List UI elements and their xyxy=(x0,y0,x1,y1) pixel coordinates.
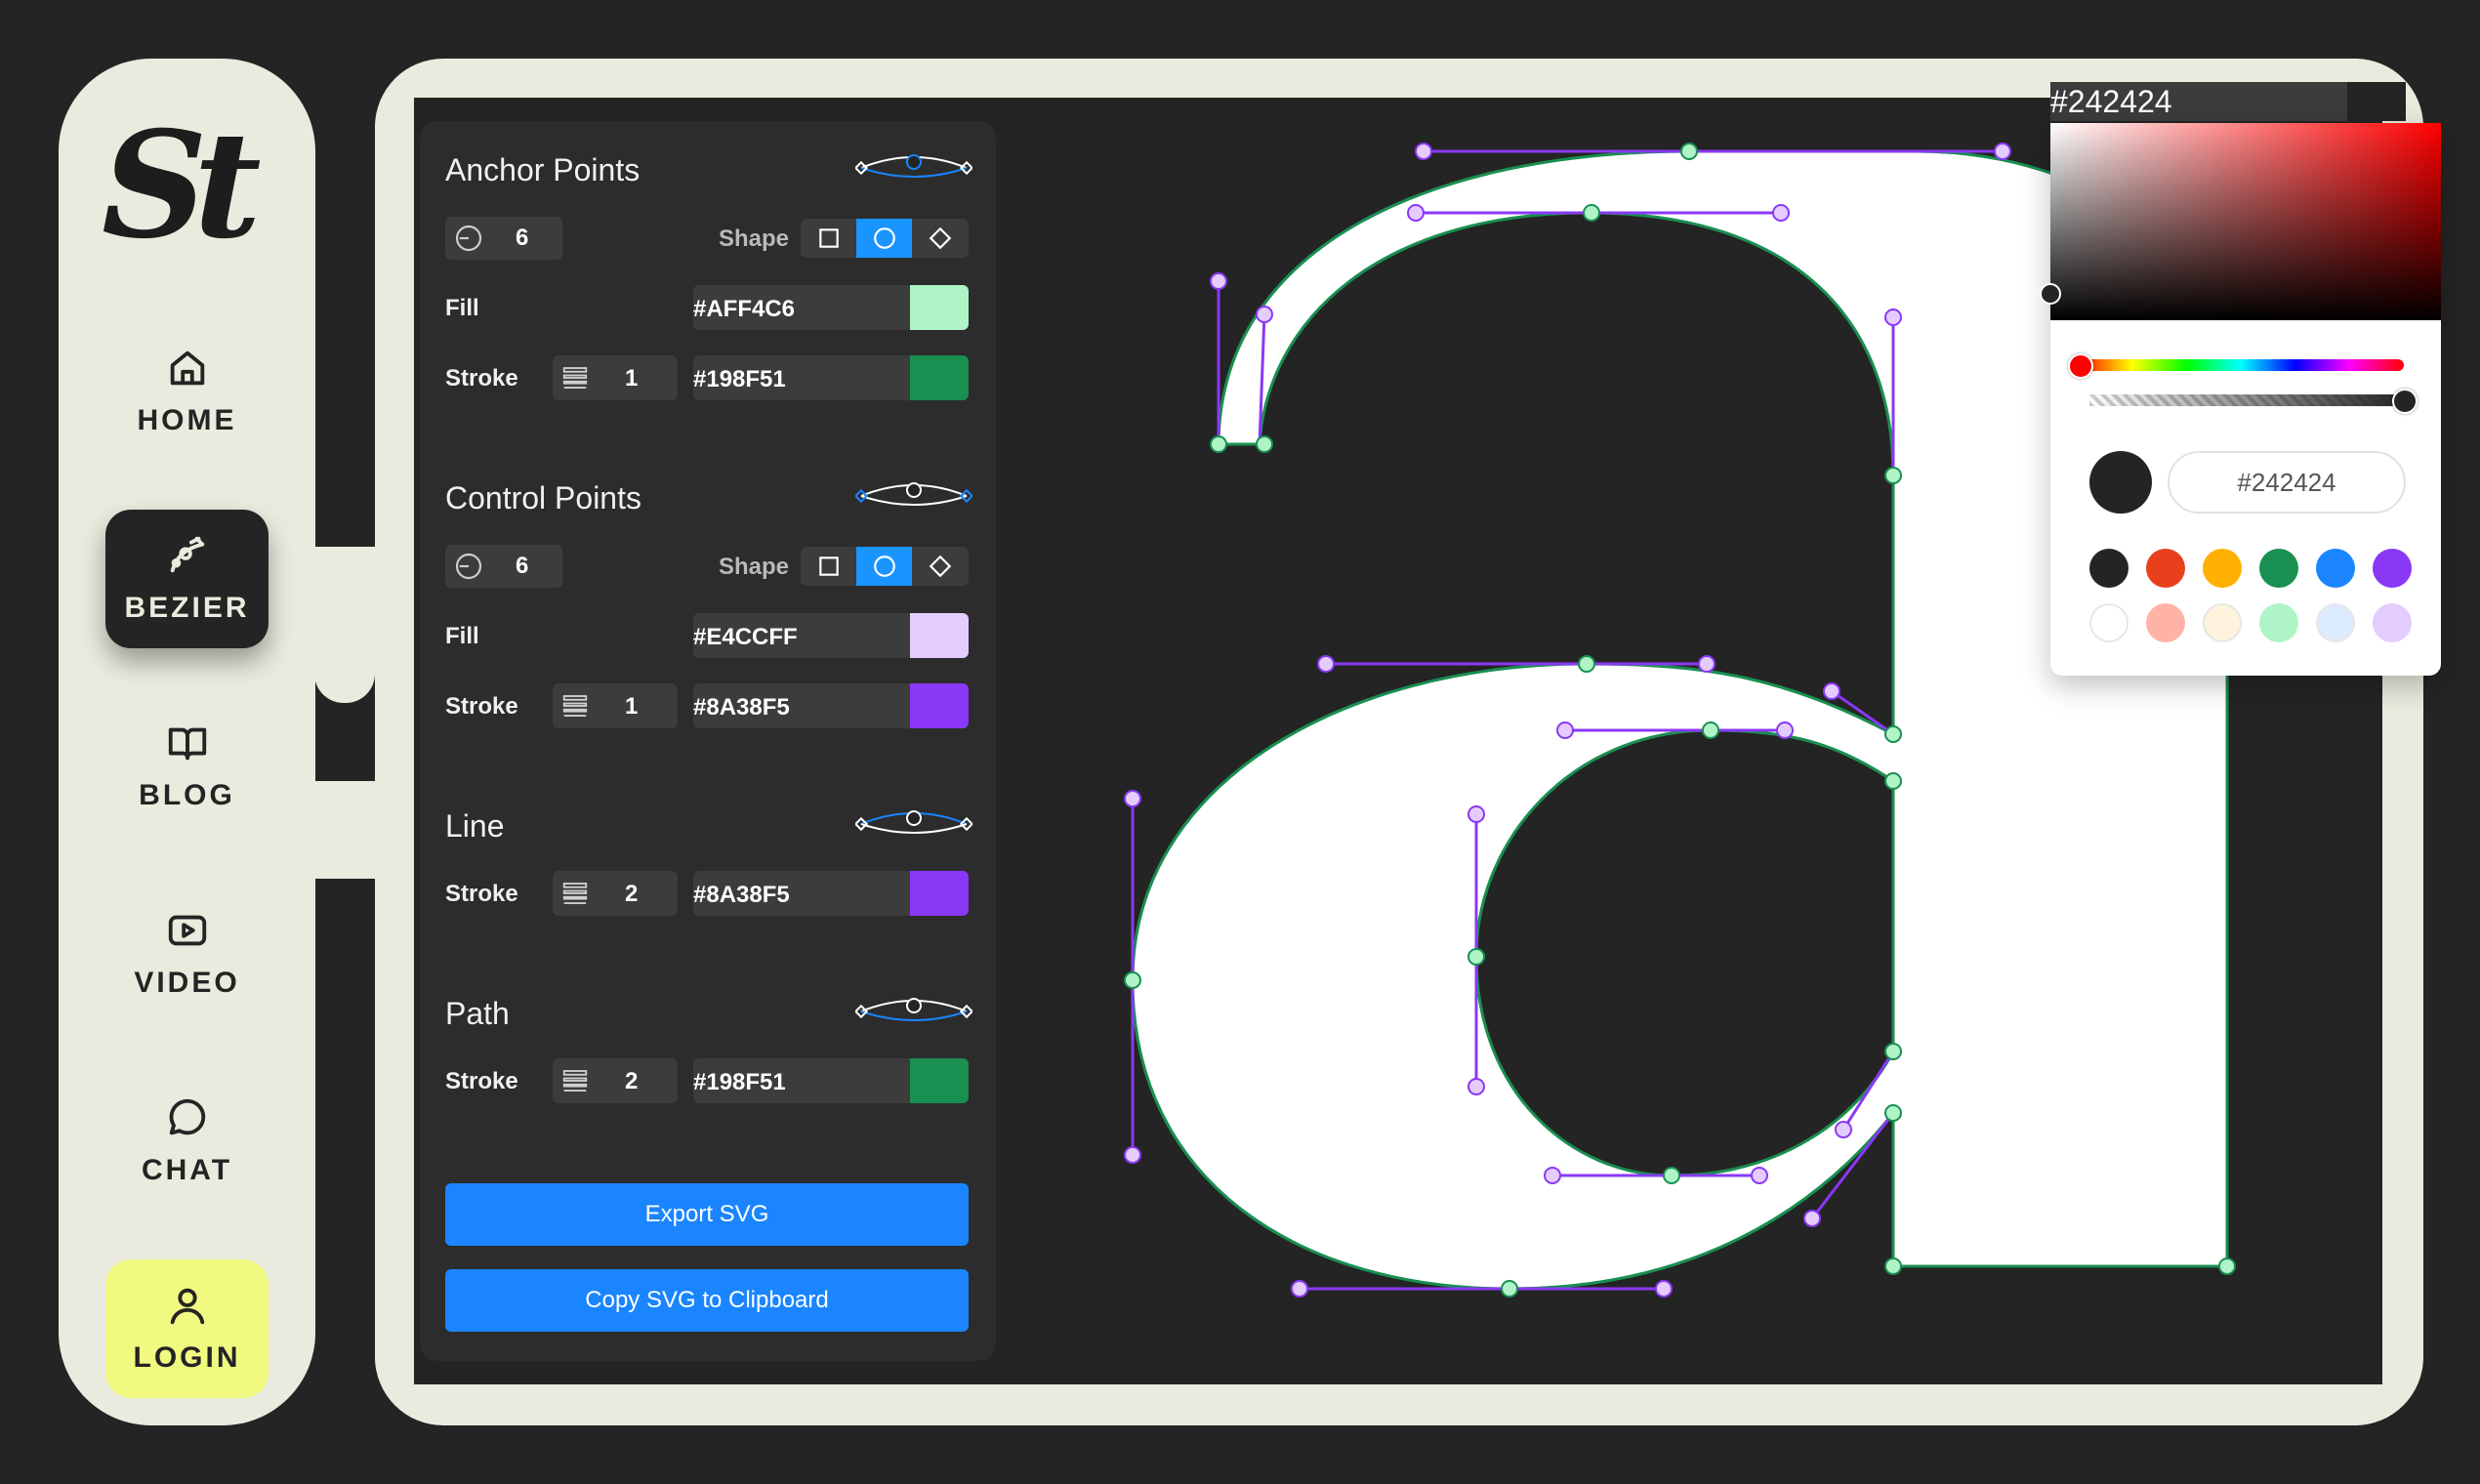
swatch-ddebff[interactable] xyxy=(2316,603,2355,642)
diamond-icon xyxy=(929,555,951,578)
hex-input[interactable]: #242424 xyxy=(2168,451,2406,514)
export-svg-button[interactable]: Export SVG xyxy=(445,1183,969,1246)
anchor-fill-field[interactable]: #AFF4C6 xyxy=(693,285,969,330)
swatch-ffb000[interactable] xyxy=(2203,549,2242,588)
stroke-weight-icon xyxy=(562,1070,588,1092)
path-icon xyxy=(855,998,972,1021)
preset-swatches xyxy=(2089,549,2412,658)
swatch-8a38f5[interactable] xyxy=(2373,549,2412,588)
anchor-fill-label: Fill xyxy=(445,295,479,321)
swatch-ffffff[interactable] xyxy=(2089,603,2129,642)
alpha-slider[interactable] xyxy=(2089,394,2404,406)
swatch-e4ccff[interactable] xyxy=(2373,603,2412,642)
control-shape-selector xyxy=(801,547,969,586)
anchor-shape-label: Shape xyxy=(719,226,790,252)
anchor-shape-circle[interactable] xyxy=(856,219,912,258)
control-stroke-field[interactable]: #8A38F5 xyxy=(693,683,969,728)
hue-thumb[interactable] xyxy=(2068,353,2093,379)
control-size-stepper[interactable]: 6 xyxy=(445,545,562,588)
control-fill-field[interactable]: #E4CCFF xyxy=(693,613,969,658)
control-size-value: 6 xyxy=(516,553,529,579)
anchor-points-title: Anchor Points xyxy=(445,152,641,187)
picker-target-field[interactable]: #242424 xyxy=(2050,82,2406,121)
anchor-shape-selector xyxy=(801,219,969,258)
picker-target-swatch[interactable] xyxy=(2347,82,2406,121)
control-stroke-hex: #8A38F5 xyxy=(693,694,790,721)
anchor-stroke-width-value: 1 xyxy=(625,365,639,392)
swatch-fff3de[interactable] xyxy=(2203,603,2242,642)
circle-icon xyxy=(873,227,895,249)
control-shape-diamond[interactable] xyxy=(912,547,968,586)
line-icon xyxy=(855,810,972,834)
line-title: Line xyxy=(445,808,505,844)
control-fill-swatch[interactable] xyxy=(910,613,969,658)
anchor-points-icon xyxy=(855,154,972,178)
anchor-shape-square[interactable] xyxy=(801,219,856,258)
control-stroke-width-value: 1 xyxy=(625,693,639,720)
anchor-stroke-hex: #198F51 xyxy=(693,366,786,392)
swatch-242424[interactable] xyxy=(2089,549,2129,588)
saturation-cursor[interactable] xyxy=(2040,283,2061,305)
anchor-stroke-field[interactable]: #198F51 xyxy=(693,355,969,400)
swatch-row-1 xyxy=(2089,549,2412,588)
control-fill-hex: #E4CCFF xyxy=(693,624,798,650)
line-stroke-width[interactable]: 2 xyxy=(553,871,678,916)
anchor-size-stepper[interactable]: 6 xyxy=(445,217,562,260)
control-stroke-label: Stroke xyxy=(445,693,518,720)
square-icon xyxy=(818,228,839,248)
control-stroke-swatch[interactable] xyxy=(910,683,969,728)
anchor-stroke-swatch[interactable] xyxy=(910,355,969,400)
path-stroke-width[interactable]: 2 xyxy=(553,1058,678,1103)
swatch-e8401c[interactable] xyxy=(2146,549,2185,588)
radius-icon xyxy=(455,553,482,580)
control-points-icon xyxy=(855,482,972,506)
line-stroke-swatch[interactable] xyxy=(910,871,969,916)
anchor-shape-diamond[interactable] xyxy=(912,219,968,258)
control-points-title: Control Points xyxy=(445,480,641,515)
anchor-stroke-width[interactable]: 1 xyxy=(553,355,678,400)
line-stroke-label: Stroke xyxy=(445,881,518,907)
path-stroke-width-value: 2 xyxy=(625,1068,639,1094)
control-shape-circle[interactable] xyxy=(856,547,912,586)
swatch-198f51[interactable] xyxy=(2259,549,2298,588)
radius-icon xyxy=(455,225,482,252)
swatch-1a85ff[interactable] xyxy=(2316,549,2355,588)
picker-target-hex: #242424 xyxy=(2050,84,2172,119)
stroke-weight-icon xyxy=(562,367,588,389)
anchor-fill-swatch[interactable] xyxy=(910,285,969,330)
anchor-size-value: 6 xyxy=(516,225,529,251)
swatch-ffb3a7[interactable] xyxy=(2146,603,2185,642)
path-stroke-field[interactable]: #198F51 xyxy=(693,1058,969,1103)
swatch-aff4c6[interactable] xyxy=(2259,603,2298,642)
control-shape-square[interactable] xyxy=(801,547,856,586)
color-preview xyxy=(2089,451,2152,514)
square-icon xyxy=(818,556,839,576)
path-title: Path xyxy=(445,996,510,1031)
path-stroke-hex: #198F51 xyxy=(693,1069,786,1095)
hue-slider[interactable] xyxy=(2078,359,2404,371)
control-stroke-width[interactable]: 1 xyxy=(553,683,678,728)
saturation-area[interactable] xyxy=(2050,123,2441,320)
copy-svg-button[interactable]: Copy SVG to Clipboard xyxy=(445,1269,969,1332)
line-stroke-width-value: 2 xyxy=(625,881,639,907)
path-stroke-label: Stroke xyxy=(445,1068,518,1094)
alpha-thumb[interactable] xyxy=(2392,389,2418,414)
control-shape-label: Shape xyxy=(719,554,790,580)
diamond-icon xyxy=(929,227,951,250)
anchor-stroke-label: Stroke xyxy=(445,365,518,392)
swatch-row-2 xyxy=(2089,603,2412,642)
color-picker: #242424 xyxy=(2040,123,2441,676)
circle-icon xyxy=(873,556,895,577)
line-stroke-hex: #8A38F5 xyxy=(693,882,790,908)
anchor-fill-hex: #AFF4C6 xyxy=(693,296,796,322)
stroke-weight-icon xyxy=(562,695,588,717)
control-fill-label: Fill xyxy=(445,623,479,649)
path-stroke-swatch[interactable] xyxy=(910,1058,969,1103)
line-stroke-field[interactable]: #8A38F5 xyxy=(693,871,969,916)
stroke-weight-icon xyxy=(562,883,588,904)
